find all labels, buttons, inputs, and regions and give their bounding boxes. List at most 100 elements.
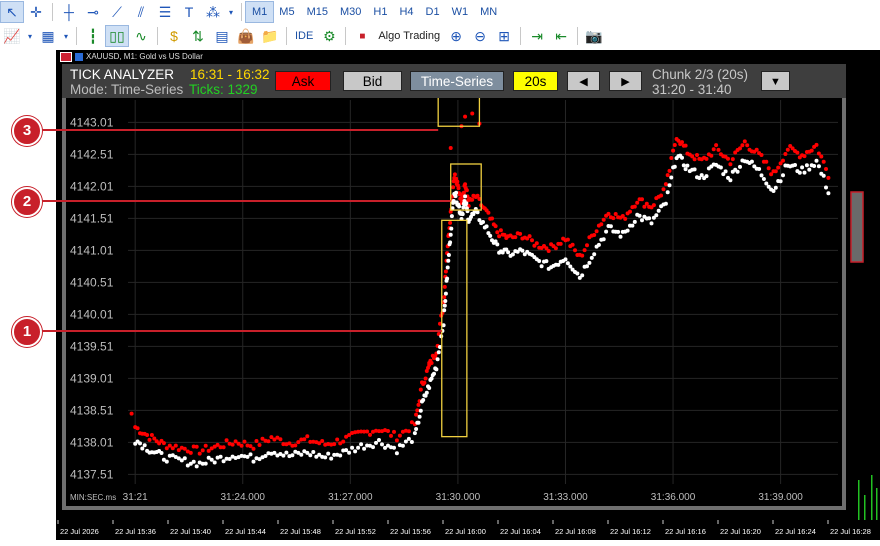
- algo-trading-button[interactable]: Algo Trading: [374, 30, 444, 42]
- ask-tick-point: [714, 143, 719, 148]
- chevron-down-icon[interactable]: ▾: [25, 26, 35, 46]
- bid-tick-point: [804, 163, 809, 168]
- time-series-button[interactable]: Time-Series: [410, 71, 504, 91]
- crosshair-icon[interactable]: ✛: [25, 2, 47, 22]
- pointer-icon[interactable]: ↖: [0, 1, 24, 23]
- bid-tick-point: [596, 242, 601, 247]
- ask-tick-point: [573, 248, 577, 253]
- dropdown-button[interactable]: ▼: [761, 71, 790, 91]
- bid-tick-point: [704, 174, 709, 179]
- line-chart-icon[interactable]: ∿: [130, 26, 152, 46]
- bid-tick-point: [816, 164, 821, 169]
- timeframe-m5[interactable]: M5: [273, 2, 300, 22]
- ask-tick-point: [414, 412, 419, 417]
- horizontal-line-icon[interactable]: ⊸: [82, 2, 104, 22]
- price-scale-handle[interactable]: [850, 191, 864, 263]
- chart-shift-icon[interactable]: ⇤: [550, 26, 572, 46]
- chevron-down-icon[interactable]: ▾: [61, 26, 71, 46]
- ask-tick-point: [809, 148, 814, 153]
- trendline-icon[interactable]: ⟋: [106, 2, 128, 22]
- ask-tick-point: [463, 182, 468, 187]
- bid-tick-point: [350, 445, 355, 450]
- candlestick-icon[interactable]: ▯▯: [105, 25, 129, 47]
- interval-button[interactable]: 20s: [513, 71, 558, 91]
- next-chunk-button[interactable]: ▶: [609, 71, 642, 91]
- bid-tick-point: [488, 233, 493, 238]
- ask-tick-point: [611, 216, 616, 221]
- bid-button[interactable]: Bid: [343, 71, 402, 91]
- bid-tick-point: [338, 453, 343, 458]
- bid-tick-point: [826, 191, 831, 196]
- ask-tick-point: [173, 443, 178, 448]
- ask-tick-point: [415, 408, 420, 413]
- bid-tick-point: [436, 350, 441, 355]
- tile-windows-icon[interactable]: ⊞: [493, 26, 515, 46]
- timeframe-h1[interactable]: H1: [367, 2, 393, 22]
- gear-icon[interactable]: ⚙: [318, 26, 340, 46]
- x-tick-label: 31:33.000: [543, 492, 588, 503]
- ask-tick-point: [406, 429, 411, 434]
- bid-tick-point: [290, 453, 295, 458]
- ask-outlier-point: [427, 361, 432, 366]
- templates-icon[interactable]: ▦: [37, 26, 59, 46]
- zoom-out-icon[interactable]: ⊖: [469, 26, 491, 46]
- bid-tick-point: [356, 445, 361, 450]
- bid-tick-point: [580, 273, 585, 278]
- bid-tick-point: [601, 237, 606, 242]
- ask-tick-point: [742, 139, 747, 144]
- timeframe-m15[interactable]: M15: [301, 2, 334, 22]
- ask-button[interactable]: Ask: [275, 71, 331, 91]
- ide-button[interactable]: IDE: [291, 30, 317, 42]
- shapes-icon[interactable]: ⁂: [202, 2, 224, 22]
- timeframe-w1[interactable]: W1: [446, 2, 475, 22]
- dollar-icon[interactable]: $: [163, 26, 185, 46]
- indicators-icon[interactable]: 📈: [1, 26, 23, 46]
- bid-tick-point: [800, 165, 805, 170]
- ask-tick-point: [824, 167, 828, 171]
- ask-tick-point: [518, 231, 523, 236]
- prev-chunk-button[interactable]: ◀: [567, 71, 600, 91]
- y-tick-label: 4139.01: [70, 371, 114, 385]
- timeframe-d1[interactable]: D1: [420, 2, 446, 22]
- vertical-line-icon[interactable]: ┼: [58, 2, 80, 22]
- ask-tick-point: [730, 157, 735, 162]
- folder-icon[interactable]: 📁: [259, 26, 281, 46]
- trade-icon[interactable]: ⇅: [187, 26, 209, 46]
- ask-tick-point: [161, 441, 166, 446]
- y-tick-label: 4139.51: [70, 339, 114, 353]
- timeframe-mn[interactable]: MN: [474, 2, 503, 22]
- x-tick-label: 31:39.000: [758, 492, 803, 503]
- screenshot-icon[interactable]: 📷: [583, 26, 605, 46]
- bid-tick-point: [773, 185, 778, 190]
- ask-tick-point: [672, 143, 677, 147]
- ask-tick-point: [397, 433, 402, 438]
- timeframe-h4[interactable]: H4: [393, 2, 419, 22]
- bid-tick-point: [759, 173, 764, 178]
- ask-tick-point: [170, 446, 175, 451]
- bid-tick-point: [454, 190, 459, 195]
- bid-tick-point: [604, 229, 609, 234]
- bar-chart-icon[interactable]: ┇: [82, 26, 104, 46]
- ask-outlier-point: [463, 114, 468, 119]
- timeframe-m30[interactable]: M30: [334, 2, 367, 22]
- ask-tick-point: [558, 241, 563, 246]
- ask-tick-point: [527, 234, 532, 239]
- bid-tick-point: [608, 224, 613, 229]
- bid-tick-point: [392, 445, 396, 450]
- ask-tick-point: [498, 228, 503, 233]
- ask-tick-point: [594, 229, 599, 234]
- equidistant-channel-icon[interactable]: ⫽: [130, 2, 152, 22]
- market-icon[interactable]: 👜: [235, 26, 257, 46]
- fibonacci-icon[interactable]: ☰: [154, 2, 176, 22]
- timeframe-m1[interactable]: M1: [244, 1, 275, 23]
- text-tool-icon[interactable]: T: [178, 2, 200, 22]
- chevron-down-icon[interactable]: ▾: [226, 2, 236, 22]
- scroll-chart-icon[interactable]: ⇥: [526, 26, 548, 46]
- algo-trading-icon[interactable]: ■: [351, 26, 373, 46]
- ask-tick-point: [451, 185, 456, 190]
- calculator-icon[interactable]: ▤: [211, 26, 233, 46]
- ask-tick-point: [392, 429, 396, 434]
- ask-tick-point: [628, 209, 632, 214]
- ask-tick-point: [680, 140, 684, 145]
- zoom-in-icon[interactable]: ⊕: [445, 26, 467, 46]
